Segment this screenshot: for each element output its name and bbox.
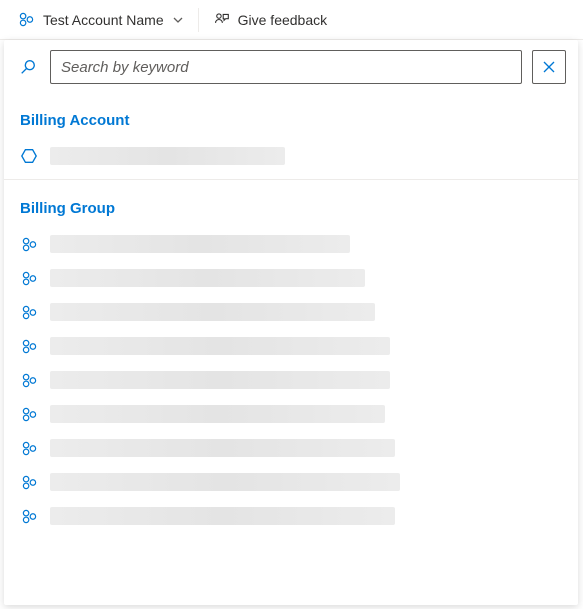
search-icon <box>16 58 40 76</box>
list-item[interactable] <box>4 227 578 261</box>
close-icon <box>541 59 557 75</box>
billing-group-icon <box>20 440 38 457</box>
billing-group-icon <box>20 304 38 321</box>
list-item[interactable] <box>4 329 578 363</box>
redacted-text <box>50 405 385 423</box>
section-divider <box>4 179 578 180</box>
feedback-button[interactable]: Give feedback <box>203 5 338 34</box>
scope-selector-button[interactable]: Test Account Name <box>8 5 194 34</box>
redacted-text <box>50 269 365 287</box>
billing-group-icon <box>20 236 38 253</box>
list-item[interactable] <box>4 261 578 295</box>
redacted-text <box>50 507 395 525</box>
redacted-text <box>50 235 350 253</box>
list-item[interactable] <box>4 499 578 533</box>
divider <box>198 8 199 32</box>
redacted-text <box>50 371 390 389</box>
list-item[interactable] <box>4 363 578 397</box>
billing-group-icon <box>20 508 38 525</box>
billing-group-icon <box>20 338 38 355</box>
list-item[interactable] <box>4 295 578 329</box>
search-input-wrap <box>50 50 522 84</box>
list-item[interactable] <box>4 465 578 499</box>
search-input[interactable] <box>61 59 511 76</box>
close-button[interactable] <box>532 50 566 84</box>
billing-group-icon <box>18 11 35 28</box>
redacted-text <box>50 303 375 321</box>
search-row <box>4 40 578 94</box>
billing-group-icon <box>20 372 38 389</box>
list-item[interactable] <box>4 139 578 173</box>
redacted-text <box>50 147 285 165</box>
hexagon-icon <box>20 147 38 165</box>
feedback-label: Give feedback <box>238 12 328 28</box>
section-header-billing-account: Billing Account <box>4 98 578 139</box>
feedback-icon <box>213 11 230 28</box>
redacted-text <box>50 439 395 457</box>
billing-group-icon <box>20 474 38 491</box>
scope-selector-label: Test Account Name <box>43 12 164 28</box>
billing-group-icon <box>20 406 38 423</box>
redacted-text <box>50 337 390 355</box>
topbar: Test Account Name Give feedback <box>0 0 583 40</box>
scope-dropdown-panel: Billing Account Billing Group <box>4 40 578 605</box>
list-item[interactable] <box>4 431 578 465</box>
billing-group-icon <box>20 270 38 287</box>
chevron-down-icon <box>172 14 184 26</box>
list-item[interactable] <box>4 397 578 431</box>
results-list[interactable]: Billing Account Billing Group <box>4 94 578 605</box>
section-header-billing-group: Billing Group <box>4 186 578 227</box>
redacted-text <box>50 473 400 491</box>
